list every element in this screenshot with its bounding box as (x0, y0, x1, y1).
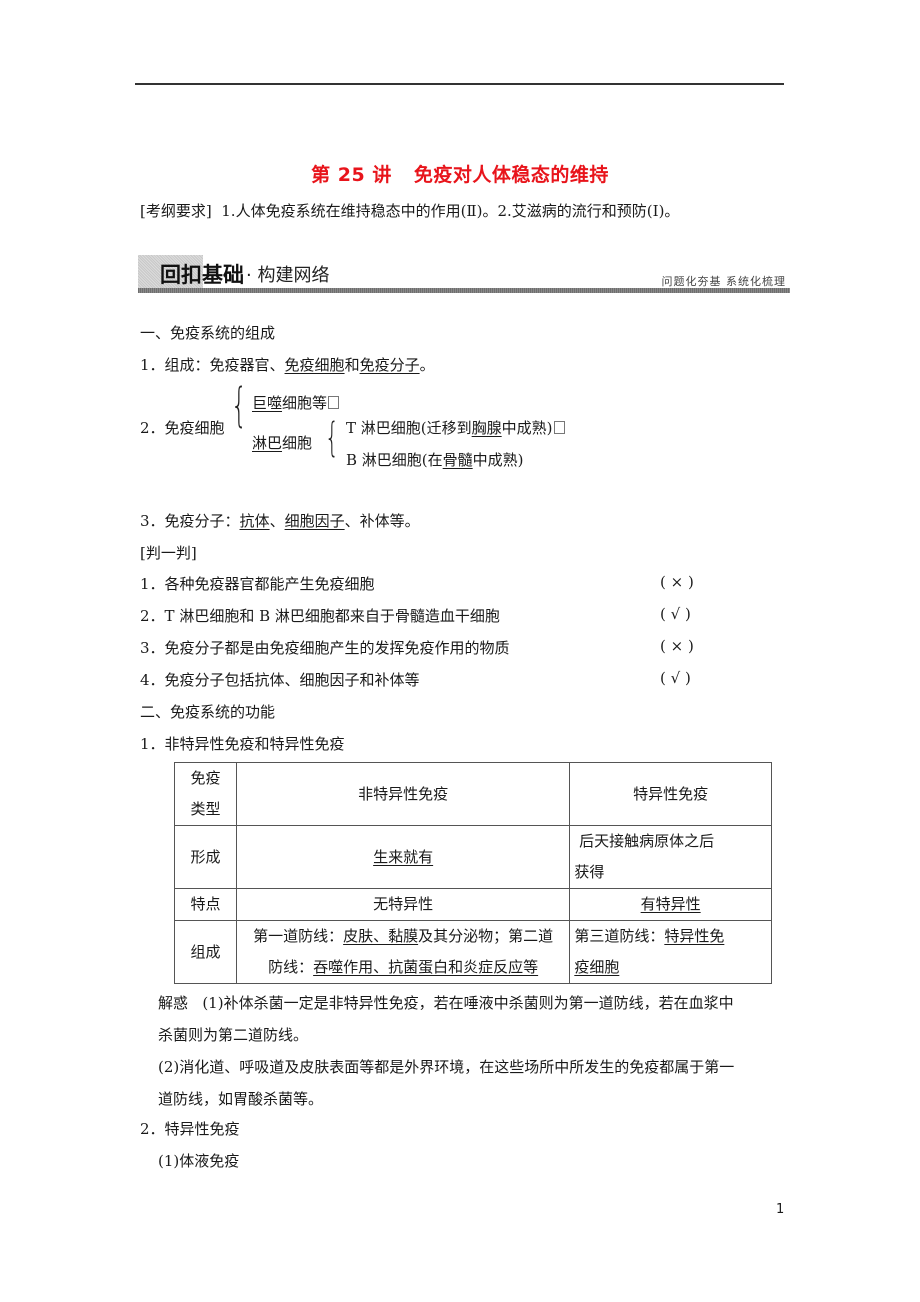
table-cell: 形成 (174, 825, 237, 889)
banner-main: 回扣基础 (160, 263, 244, 287)
judge-answer: ( × ) (660, 637, 694, 655)
table-row: 组成 第一道防线：皮肤、黏膜及其分泌物；第二道 防线：吞噬作用、抗菌蛋白和炎症反… (174, 920, 772, 984)
clarify-p1-line1: 解惑 (1)补体杀菌一定是非特异性免疫，若在唾液中杀菌则为第一道防线，若在血浆中 (158, 994, 734, 1012)
table-cell: 免疫 类型 (174, 762, 237, 826)
missing-glyph-icon (328, 396, 340, 409)
underlined-answer: 淋巴 (252, 434, 283, 452)
underlined-answer: 抗体 (239, 512, 270, 530)
judge-item: 1．各种免疫器官都能产生免疫细胞 (140, 575, 375, 593)
section2-item2: 2．特异性免疫 (140, 1120, 240, 1138)
table-row: 特点 无特异性 有特异性 (174, 888, 772, 921)
page-title: 第 25 讲免疫对人体稳态的维持 (0, 160, 920, 187)
underlined-answer: 巨噬 (252, 394, 283, 412)
clarify-p2-line2: 道防线，如胃酸杀菌等。 (158, 1090, 324, 1108)
table-cell: 特点 (174, 888, 237, 921)
table-cell: 生来就有 (235, 825, 571, 889)
immunity-comparison-table: 免疫 类型 非特异性免疫 特异性免疫 形成 生来就有 后天接触病原体之后 获得 特点… (174, 762, 772, 984)
table-row: 免疫 类型 非特异性免疫 特异性免疫 (174, 762, 772, 826)
underlined-answer: 皮肤、黏膜 (343, 927, 419, 945)
underlined-answer: 免疫分子 (359, 356, 420, 374)
section1-item3: 3．免疫分子：抗体、细胞因子、补体等。 (140, 512, 420, 530)
table-cell: 第一道防线：皮肤、黏膜及其分泌物；第二道 防线：吞噬作用、抗菌蛋白和炎症反应等 (235, 920, 571, 984)
brace-icon: { (325, 415, 339, 461)
brace-icon: { (231, 378, 248, 432)
clarify-p2-line1: (2)消化道、呼吸道及皮肤表面等都是外界环境，在这些场所中所发生的免疫都属于第一 (158, 1058, 735, 1076)
syllabus-requirement: [考纲要求] 1.人体免疫系统在维持稳态中的作用(Ⅱ)。2.艾滋病的流行和预防(… (140, 200, 679, 221)
section1-item2-label: 2．免疫细胞 (140, 419, 225, 437)
clarify-label: 解惑 (158, 994, 189, 1012)
branch-lymphocyte: 淋巴细胞 (252, 434, 313, 452)
clarify-p1-line2: 杀菌则为第二道防线。 (158, 1026, 309, 1044)
judge-answer: ( √ ) (660, 669, 691, 687)
title-topic: 免疫对人体稳态的维持 (413, 164, 609, 186)
underlined-answer: 骨髓 (442, 451, 473, 469)
top-rule (135, 83, 784, 85)
underlined-answer: 疫细胞 (574, 958, 620, 976)
judge-item: 4．免疫分子包括抗体、细胞因子和补体等 (140, 671, 420, 689)
section2-item2-sub1: (1)体液免疫 (158, 1152, 240, 1170)
requirement-text: 1.人体免疫系统在维持稳态中的作用(Ⅱ)。2.艾滋病的流行和预防(Ⅰ)。 (221, 202, 680, 220)
missing-glyph-icon (553, 421, 565, 434)
underlined-answer: 生来就有 (373, 847, 434, 866)
table-cell: 非特异性免疫 (235, 762, 571, 826)
underlined-answer: 细胞因子 (284, 512, 345, 530)
underlined-answer: 特异性免 (664, 927, 725, 945)
section1-item1: 1．组成：免疫器官、免疫细胞和免疫分子。 (140, 356, 435, 374)
t-lymphocyte: T 淋巴细胞(迁移到胸腺中成熟) (346, 417, 565, 438)
table-cell: 第三道防线：特异性免 疫细胞 (569, 920, 772, 984)
table-cell: 后天接触病原体之后 获得 (569, 825, 772, 889)
page-number: 1 (776, 1202, 785, 1217)
judge-answer: ( √ ) (660, 605, 691, 623)
section-banner: 回扣基础 · 构建网络 问题化夯基 系统化梳理 (138, 255, 790, 295)
table-cell: 无特异性 (235, 888, 571, 921)
table-cell: 特异性免疫 (569, 762, 772, 826)
b-lymphocyte: B 淋巴细胞(在骨髓中成熟) (346, 451, 524, 469)
underlined-answer: 胸腺 (471, 419, 502, 437)
judge-item: 3．免疫分子都是由免疫细胞产生的发挥免疫作用的物质 (140, 639, 510, 657)
banner-right: 问题化夯基 系统化梳理 (661, 275, 786, 288)
underlined-answer: 有特异性 (640, 895, 701, 913)
title-lecture: 第 25 讲 (311, 164, 392, 186)
judge-answer: ( × ) (660, 573, 694, 591)
section2-heading: 二、免疫系统的功能 (140, 703, 276, 721)
judge-item: 2．T 淋巴细胞和 B 淋巴细胞都来自于骨髓造血干细胞 (140, 607, 500, 625)
underlined-answer: 吞噬作用、抗菌蛋白和炎症反应等 (313, 958, 539, 976)
table-cell: 有特异性 (569, 888, 772, 921)
branch-macrophage: 巨噬细胞等 (252, 392, 340, 413)
table-row: 形成 生来就有 后天接触病原体之后 获得 (174, 825, 772, 889)
judge-heading: [判一判] (140, 544, 197, 562)
section2-item1: 1．非特异性免疫和特异性免疫 (140, 735, 345, 753)
table-cell: 组成 (174, 920, 237, 984)
section1-heading: 一、免疫系统的组成 (140, 324, 276, 342)
underlined-answer: 免疫细胞 (284, 356, 345, 374)
requirement-label: [考纲要求] (140, 202, 212, 220)
banner-sub: · 构建网络 (246, 265, 330, 286)
